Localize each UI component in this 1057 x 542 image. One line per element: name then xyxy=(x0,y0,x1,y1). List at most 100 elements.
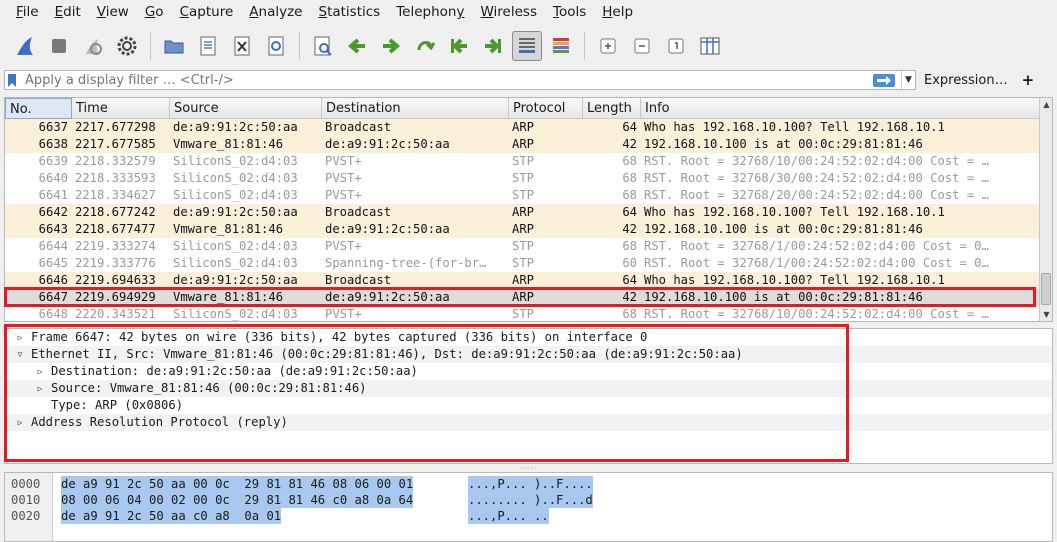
display-filter-input[interactable] xyxy=(19,71,873,89)
packet-cell-protocol: ARP xyxy=(512,120,535,134)
reload-file-icon[interactable] xyxy=(261,31,291,61)
detail-tree-item[interactable]: Type: ARP (0x0806) xyxy=(5,397,1052,414)
bytes-ascii[interactable]: ........ )..F...d xyxy=(468,492,593,508)
expression-button[interactable]: Expression… xyxy=(924,73,1008,88)
chevron-down-icon[interactable]: ▼ xyxy=(901,71,915,89)
close-file-icon[interactable] xyxy=(227,31,257,61)
packet-list-scrollbar[interactable]: ▲ ▼ xyxy=(1039,98,1052,321)
go-last-packet-icon[interactable] xyxy=(478,31,508,61)
menu-go[interactable]: Go xyxy=(137,0,172,24)
column-header-time[interactable]: Time xyxy=(72,98,170,119)
packet-cell-length: 64 xyxy=(622,273,637,287)
go-to-packet-icon[interactable] xyxy=(410,31,440,61)
go-forward-icon[interactable] xyxy=(376,31,406,61)
packet-cell-time: 2218.333593 xyxy=(75,171,156,185)
menu-file[interactable]: File xyxy=(8,0,47,24)
collapse-arrow-icon[interactable]: ▽ xyxy=(13,346,27,363)
detail-tree-item[interactable]: ▷ Frame 6647: 42 bytes on wire (336 bits)… xyxy=(5,329,1052,346)
shark-fin-start-icon[interactable] xyxy=(10,31,40,61)
menu-tools[interactable]: Tools xyxy=(545,0,594,24)
bytes-ascii[interactable]: ...,P... )..F.... xyxy=(468,476,593,492)
packet-row[interactable]: 6645 2219.333776 SiliconS_02:d4:03 Spanning… xyxy=(5,255,1040,272)
packet-cell-no: 6646 xyxy=(38,273,68,287)
packet-bytes-pane[interactable]: 0000 de a9 91 2c 50 aa 00 0c 29 81 81 46 … xyxy=(4,472,1053,542)
packet-row[interactable]: 6644 2219.333274 SiliconS_02:d4:03 PVST+ STP… xyxy=(5,238,1040,255)
scroll-down-icon[interactable]: ▼ xyxy=(1040,308,1052,321)
go-first-packet-icon[interactable] xyxy=(444,31,474,61)
bytes-hex[interactable]: de a9 91 2c 50 aa 00 0c 29 81 81 46 08 0… xyxy=(61,476,414,492)
scroll-up-icon[interactable]: ▲ xyxy=(1040,98,1052,111)
expand-arrow-icon[interactable]: ▷ xyxy=(13,329,27,346)
pane-splitter-2[interactable]: ····· xyxy=(0,464,1057,473)
packet-cell-time: 2219.694633 xyxy=(75,273,156,287)
packet-cell-time: 2219.333776 xyxy=(75,256,156,270)
menu-capture[interactable]: Capture xyxy=(172,0,242,24)
menu-help[interactable]: Help xyxy=(594,0,641,24)
stop-capture-icon[interactable] xyxy=(44,31,74,61)
save-file-icon[interactable] xyxy=(193,31,223,61)
menu-analyze[interactable]: Analyze xyxy=(241,0,310,24)
bytes-ascii[interactable]: ...,P... .. xyxy=(468,508,549,524)
packet-list-header: No. Time Source Destination Protocol Length In… xyxy=(5,98,1040,119)
find-packet-icon[interactable] xyxy=(308,31,338,61)
column-header-length[interactable]: Length xyxy=(583,98,641,119)
packet-row[interactable]: 6637 2217.677298 de:a9:91:2c:50:aa Broadcas… xyxy=(5,119,1040,136)
packet-row[interactable]: 6646 2219.694633 de:a9:91:2c:50:aa Broadcas… xyxy=(5,272,1040,289)
packet-row[interactable]: 6640 2218.333593 SiliconS_02:d4:03 PVST+ STP… xyxy=(5,170,1040,187)
packet-row[interactable]: 6647 2219.694929 Vmware_81:81:46 de:a9:91:2… xyxy=(5,289,1040,306)
resize-columns-icon[interactable] xyxy=(695,31,725,61)
detail-tree-item[interactable]: ▷ Source: Vmware_81:81:46 (00:0c:29:81:81… xyxy=(5,380,1052,397)
scroll-thumb[interactable] xyxy=(1041,273,1051,305)
colorize-icon[interactable] xyxy=(546,31,576,61)
menu-edit[interactable]: Edit xyxy=(47,0,89,24)
packet-cell-protocol: STP xyxy=(512,171,535,185)
expand-arrow-icon[interactable]: ▷ xyxy=(13,414,27,431)
column-header-no[interactable]: No. xyxy=(5,98,72,119)
menu-view[interactable]: View xyxy=(89,0,137,24)
go-back-icon[interactable] xyxy=(342,31,372,61)
autoscroll-icon[interactable] xyxy=(512,31,542,61)
bytes-hex[interactable]: 08 00 06 04 00 02 00 0c 29 81 81 46 c0 a… xyxy=(61,492,414,508)
packet-row[interactable]: 6641 2218.334627 SiliconS_02:d4:03 PVST+ STP… xyxy=(5,187,1040,204)
filter-input-wrap: ▼ xyxy=(4,70,916,90)
column-header-destination[interactable]: Destination xyxy=(322,98,509,119)
restart-capture-icon[interactable] xyxy=(78,31,108,61)
packet-cell-source: SiliconS_02:d4:03 xyxy=(173,188,298,202)
packet-row[interactable]: 6638 2217.677585 Vmware_81:81:46 de:a9:91:2… xyxy=(5,136,1040,153)
zoom-out-icon[interactable] xyxy=(627,31,657,61)
open-file-icon[interactable] xyxy=(159,31,189,61)
capture-options-gear-icon[interactable] xyxy=(112,31,142,61)
menu-wireless[interactable]: Wireless xyxy=(472,0,545,24)
packet-row[interactable]: 6643 2218.677477 Vmware_81:81:46 de:a9:91:2… xyxy=(5,221,1040,238)
packet-cell-no: 6641 xyxy=(38,188,68,202)
packet-cell-source: Vmware_81:81:46 xyxy=(173,290,284,304)
packet-cell-destination: de:a9:91:2c:50:aa xyxy=(325,222,450,236)
packet-row[interactable]: 6639 2218.332579 SiliconS_02:d4:03 PVST+ STP… xyxy=(5,153,1040,170)
add-filter-button[interactable]: + xyxy=(1022,71,1035,89)
column-header-protocol[interactable]: Protocol xyxy=(509,98,583,119)
expand-arrow-icon[interactable]: ▷ xyxy=(33,363,47,380)
packet-list-pane[interactable]: No. Time Source Destination Protocol Length In… xyxy=(4,97,1053,322)
column-header-info[interactable]: Info xyxy=(641,98,1040,119)
bytes-hex[interactable]: de a9 91 2c 50 aa c0 a8 0a 01 xyxy=(61,508,282,524)
detail-tree-item[interactable]: ▷ Destination: de:a9:91:2c:50:aa (de:a9:9… xyxy=(5,363,1052,380)
packet-cell-time: 2220.343521 xyxy=(75,307,156,321)
expand-arrow-icon[interactable]: ▷ xyxy=(33,380,47,397)
packet-cell-destination: Spanning-tree-(for-br… xyxy=(325,256,487,270)
column-header-source[interactable]: Source xyxy=(170,98,322,119)
menu-statistics[interactable]: Statistics xyxy=(310,0,388,24)
packet-cell-source: de:a9:91:2c:50:aa xyxy=(173,273,298,287)
normal-size-icon[interactable] xyxy=(661,31,691,61)
packet-cell-source: de:a9:91:2c:50:aa xyxy=(173,120,298,134)
detail-tree-item[interactable]: ▽ Ethernet II, Src: Vmware_81:81:46 (00:0… xyxy=(5,346,1052,363)
packet-details-pane[interactable]: ▷ Frame 6647: 42 bytes on wire (336 bits)… xyxy=(4,328,1053,464)
packet-cell-length: 64 xyxy=(622,120,637,134)
bytes-offset: 0020 xyxy=(11,509,41,523)
bookmark-icon[interactable] xyxy=(5,71,19,89)
detail-tree-item[interactable]: ▷ Address Resolution Protocol (reply) xyxy=(5,414,1052,431)
packet-row[interactable]: 6642 2218.677242 de:a9:91:2c:50:aa Broadcas… xyxy=(5,204,1040,221)
zoom-in-icon[interactable] xyxy=(593,31,623,61)
menu-telephony[interactable]: Telephony xyxy=(388,0,472,24)
packet-cell-length: 60 xyxy=(622,256,637,270)
apply-filter-arrow-icon[interactable] xyxy=(873,73,895,87)
